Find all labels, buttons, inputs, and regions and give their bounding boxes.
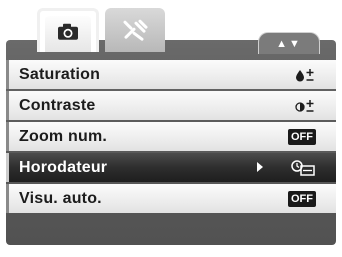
tools-icon (122, 19, 148, 46)
menu-item-contraste[interactable]: Contraste (6, 91, 336, 120)
camera-icon (57, 22, 79, 45)
menu-item-label: Saturation (19, 66, 101, 83)
menu-item-zoom-num[interactable]: Zoom num. OFF (6, 122, 336, 151)
menu-item-label: Visu. auto. (19, 190, 102, 207)
menu-item-label: Zoom num. (19, 128, 108, 145)
settings-menu: Saturation Contraste Zoom num. OFF Horod… (6, 60, 336, 215)
menu-item-horodateur[interactable]: Horodateur (6, 153, 336, 182)
menu-item-visu-auto[interactable]: Visu. auto. OFF (6, 184, 336, 213)
menu-item-label: Contraste (19, 97, 96, 114)
status-badge-off: OFF (288, 191, 316, 207)
tab-camera[interactable] (37, 8, 99, 52)
menu-item-label: Horodateur (19, 159, 108, 176)
saturation-icon (294, 66, 316, 84)
date-stamp-icon (290, 159, 316, 177)
status-badge-off: OFF (288, 129, 316, 145)
submenu-arrow-icon (257, 162, 263, 172)
menu-item-saturation[interactable]: Saturation (6, 60, 336, 89)
scroll-indicator[interactable]: ▲▼ (258, 32, 320, 54)
contrast-icon (294, 97, 316, 115)
tab-setup[interactable] (105, 8, 165, 52)
